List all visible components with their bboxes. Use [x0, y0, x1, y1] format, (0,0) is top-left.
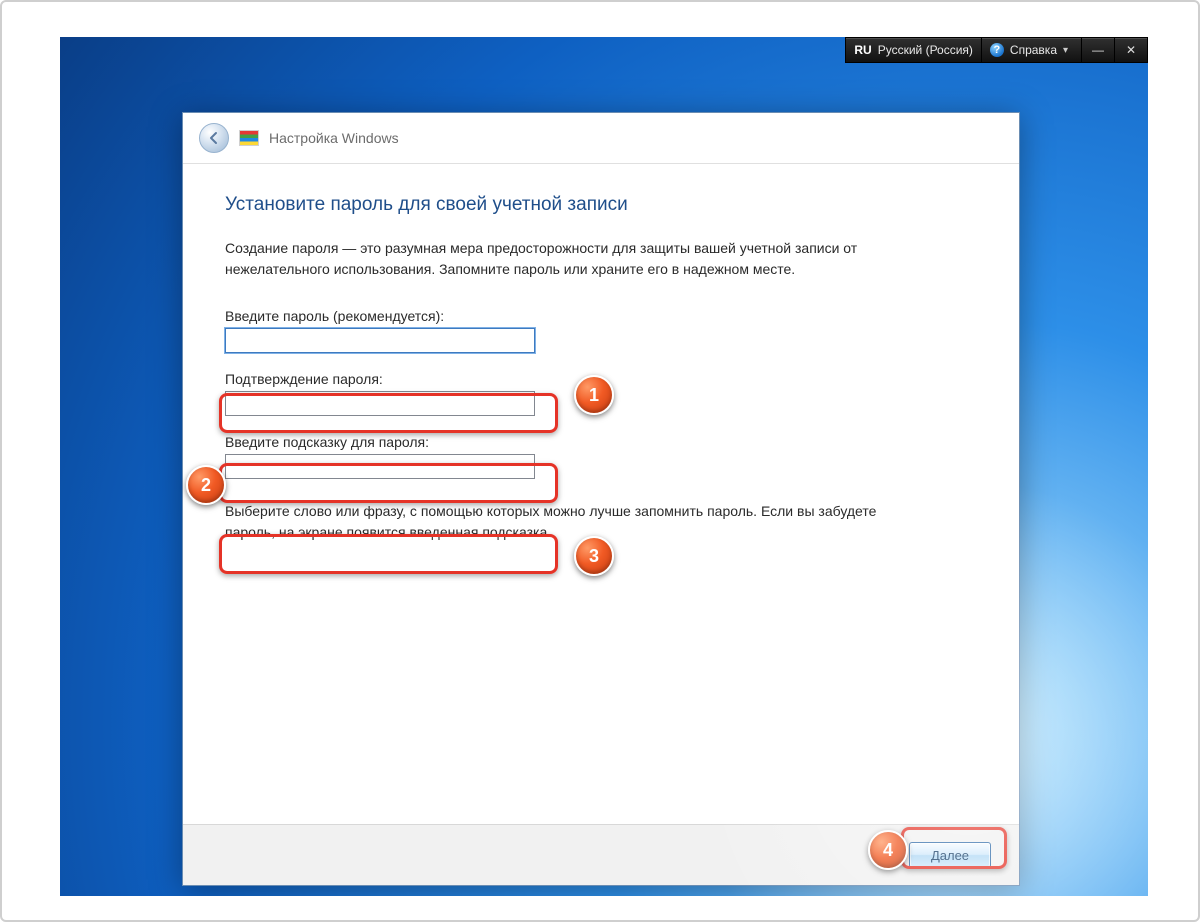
language-code: RU	[854, 43, 871, 57]
hint-description: Выберите слово или фразу, с помощью кото…	[225, 501, 905, 543]
setup-window: Настройка Windows Установите пароль для …	[182, 112, 1020, 886]
password-field-block: Введите пароль (рекомендуется):	[225, 308, 977, 353]
window-content: Установите пароль для своей учетной запи…	[183, 164, 1019, 543]
confirm-field-block: Подтверждение пароля:	[225, 371, 977, 416]
hint-field-block: Введите подсказку для пароля:	[225, 434, 977, 479]
next-button-label: Далее	[931, 848, 969, 863]
language-name: Русский (Россия)	[878, 43, 973, 57]
language-help-bar: RU Русский (Россия) ? Справка ▾ — ✕	[845, 37, 1148, 63]
help-button[interactable]: ? Справка ▾	[982, 37, 1082, 63]
minimize-icon: —	[1090, 43, 1106, 57]
window-header: Настройка Windows	[183, 113, 1019, 164]
page-heading: Установите пароль для своей учетной запи…	[225, 194, 977, 216]
back-arrow-icon	[207, 131, 221, 145]
confirm-password-input[interactable]	[225, 391, 535, 416]
hint-label: Введите подсказку для пароля:	[225, 434, 429, 450]
window-title: Настройка Windows	[269, 130, 399, 146]
minimize-button[interactable]: —	[1082, 37, 1115, 63]
help-label: Справка	[1010, 43, 1057, 57]
chevron-down-icon: ▾	[1063, 45, 1073, 56]
page-description: Создание пароля — это разумная мера пред…	[225, 238, 905, 280]
close-button[interactable]: ✕	[1115, 37, 1148, 63]
desktop-background: RU Русский (Россия) ? Справка ▾ — ✕	[60, 37, 1148, 896]
language-selector[interactable]: RU Русский (Россия)	[845, 37, 982, 63]
password-input[interactable]	[225, 328, 535, 353]
confirm-label: Подтверждение пароля:	[225, 371, 383, 387]
hint-input[interactable]	[225, 454, 535, 479]
window-footer: Далее	[183, 824, 1019, 885]
back-button[interactable]	[199, 123, 229, 153]
close-icon: ✕	[1123, 43, 1139, 57]
screenshot-canvas: RU Русский (Россия) ? Справка ▾ — ✕	[0, 0, 1200, 922]
password-label: Введите пароль (рекомендуется):	[225, 308, 444, 324]
help-icon: ?	[990, 43, 1004, 57]
windows-flag-icon	[239, 130, 259, 146]
next-button[interactable]: Далее	[909, 842, 991, 868]
